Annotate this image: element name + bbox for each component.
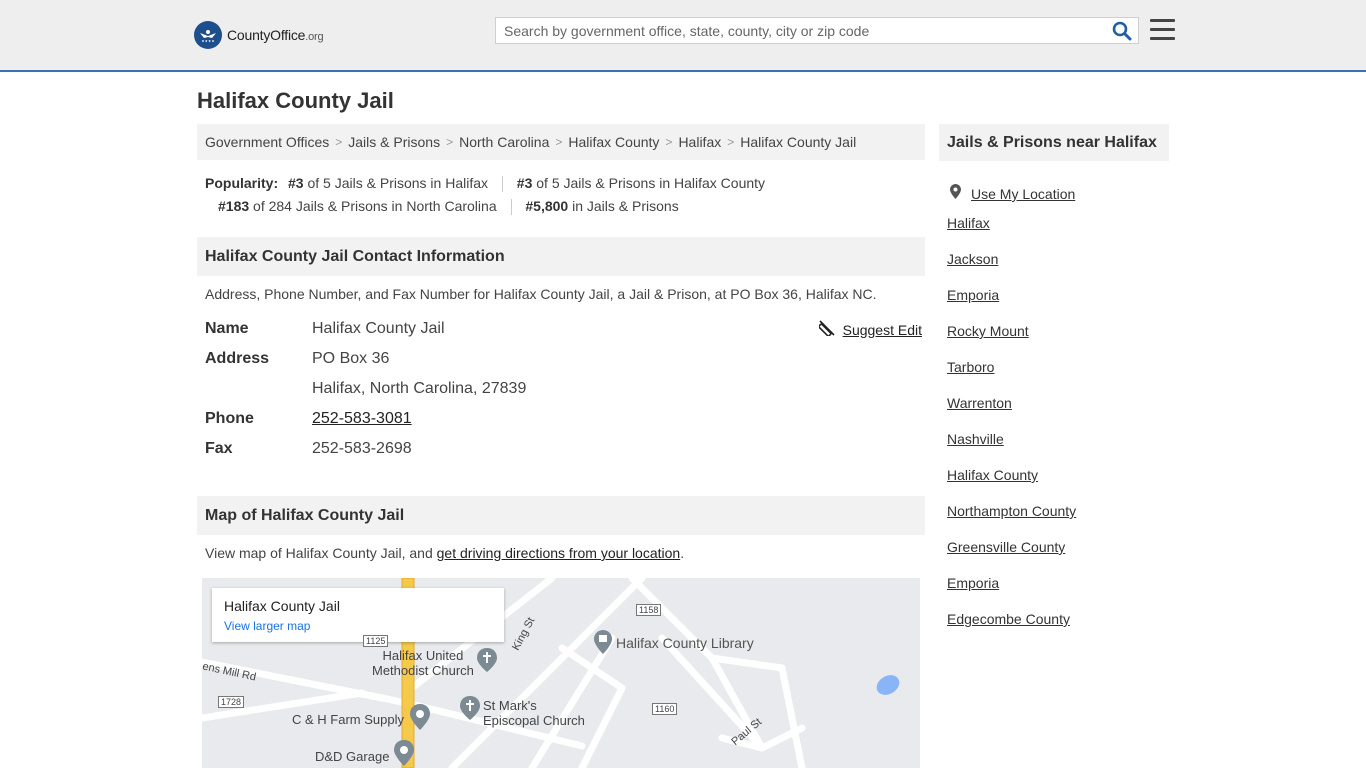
fax-label: Fax (205, 440, 233, 457)
chevron-right-icon: > (335, 135, 343, 149)
suggest-edit[interactable]: Suggest Edit (817, 320, 922, 339)
chevron-right-icon: > (446, 135, 454, 149)
map-label-library: Halifax County Library (616, 635, 754, 651)
use-my-location-link[interactable]: Use My Location (971, 183, 1075, 205)
sidebar-link-emporia-2[interactable]: Emporia (947, 575, 999, 591)
map-label-garage: D&D Garage (315, 749, 390, 764)
sidebar-item: Warrenton (947, 392, 1076, 428)
map-pin-icon (950, 183, 961, 205)
sidebar-list: Use My Location Halifax Jackson Emporia … (947, 176, 1076, 644)
suggest-edit-link[interactable]: Suggest Edit (843, 322, 922, 338)
map-label-route-1125: 1125 (363, 635, 389, 647)
sidebar-link-northampton-county[interactable]: Northampton County (947, 503, 1076, 519)
map-heading: Map of Halifax County Jail (197, 496, 925, 535)
name-row: Name Halifax County Jail (205, 314, 925, 344)
popularity-label: Popularity: (205, 175, 279, 191)
phone-label: Phone (205, 410, 254, 427)
shop-pin-icon[interactable] (410, 704, 430, 735)
hamburger-menu-icon[interactable] (1150, 19, 1175, 41)
search-icon[interactable] (1112, 21, 1132, 41)
map-description: View map of Halifax County Jail, and get… (205, 545, 685, 561)
contact-table: Suggest Edit Name Halifax County Jail Ad… (205, 314, 925, 464)
breadcrumb-current: Halifax County Jail (740, 134, 857, 150)
breadcrumb-north-carolina[interactable]: North Carolina (459, 134, 549, 150)
phone-row: Phone 252-583-3081 (205, 404, 925, 434)
breadcrumb-government-offices[interactable]: Government Offices (205, 134, 329, 150)
breadcrumb: Government Offices > Jails & Prisons > N… (197, 124, 925, 160)
sidebar-link-warrenton[interactable]: Warrenton (947, 395, 1012, 411)
fax-row: Fax 252-583-2698 (205, 434, 925, 464)
sidebar-link-greensville-county[interactable]: Greensville County (947, 539, 1065, 555)
fax-value: 252-583-2698 (312, 440, 412, 457)
sidebar-link-edgecombe-county[interactable]: Edgecombe County (947, 611, 1070, 627)
church-pin-icon[interactable] (460, 696, 480, 725)
popularity-item: #3 of 5 Jails & Prisons in Halifax (288, 175, 489, 191)
sidebar-item: Emporia (947, 572, 1076, 608)
contact-description: Address, Phone Number, and Fax Number fo… (205, 286, 877, 302)
breadcrumb-halifax[interactable]: Halifax (678, 134, 721, 150)
sidebar-item: Halifax (947, 212, 1076, 248)
address-row: Address PO Box 36 (205, 344, 925, 374)
name-label: Name (205, 320, 249, 337)
address-row-2: Halifax, North Carolina, 27839 (205, 374, 925, 404)
church-pin-icon[interactable] (477, 648, 497, 677)
site-header: CountyOffice.org (0, 0, 1366, 72)
page-title: Halifax County Jail (197, 88, 394, 113)
search-input[interactable] (496, 18, 1112, 43)
search-box (495, 17, 1139, 44)
map-label-methodist: Halifax United Methodist Church (372, 648, 474, 678)
sidebar-link-jackson[interactable]: Jackson (947, 251, 998, 267)
sidebar-item: Rocky Mount (947, 320, 1076, 356)
popularity-item: #5,800 in Jails & Prisons (525, 198, 679, 214)
sidebar-item: Tarboro (947, 356, 1076, 392)
map-label-route-1160: 1160 (652, 703, 678, 715)
logo-text: CountyOffice.org (227, 27, 324, 43)
popularity-item: #3 of 5 Jails & Prisons in Halifax Count… (516, 175, 766, 191)
breadcrumb-jails-prisons[interactable]: Jails & Prisons (348, 134, 440, 150)
sidebar-heading: Jails & Prisons near Halifax (939, 124, 1169, 161)
breadcrumb-halifax-county[interactable]: Halifax County (568, 134, 659, 150)
sidebar-link-emporia[interactable]: Emporia (947, 287, 999, 303)
sidebar-item: Halifax County (947, 464, 1076, 500)
sidebar-item: Greensville County (947, 536, 1076, 572)
name-value: Halifax County Jail (312, 320, 445, 337)
sidebar-link-halifax-county[interactable]: Halifax County (947, 467, 1038, 483)
map-label-stmarks: St Mark's Episcopal Church (483, 698, 585, 728)
address-label: Address (205, 350, 270, 367)
map-card-title: Halifax County Jail (224, 598, 340, 614)
use-my-location[interactable]: Use My Location (947, 176, 1076, 212)
shop-pin-icon[interactable] (394, 740, 414, 768)
eagle-icon (194, 21, 222, 49)
place-pin-icon[interactable] (594, 630, 612, 659)
sidebar-link-tarboro[interactable]: Tarboro (947, 359, 994, 375)
phone-link[interactable]: 252-583-3081 (312, 410, 412, 428)
address-line2: Halifax, North Carolina, 27839 (312, 380, 527, 397)
sidebar-item: Jackson (947, 248, 1076, 284)
site-logo[interactable]: CountyOffice.org (194, 20, 324, 50)
sidebar-item: Northampton County (947, 500, 1076, 536)
view-larger-map-link[interactable]: View larger map (224, 619, 310, 633)
driving-directions-link[interactable]: get driving directions from your locatio… (437, 545, 681, 561)
map-label-route-1158: 1158 (636, 604, 662, 616)
chevron-right-icon: > (555, 135, 563, 149)
chevron-right-icon: > (665, 135, 673, 149)
address-line1: PO Box 36 (312, 350, 390, 367)
sidebar-link-nashville[interactable]: Nashville (947, 431, 1004, 447)
map-info-card: Halifax County Jail View larger map (212, 588, 504, 642)
map-label-farm-supply: C & H Farm Supply (292, 712, 404, 727)
sidebar-item: Emporia (947, 284, 1076, 320)
sidebar-item: Nashville (947, 428, 1076, 464)
contact-heading: Halifax County Jail Contact Information (197, 237, 925, 276)
edit-icon (817, 320, 835, 339)
map-label-route-1728: 1728 (218, 696, 245, 708)
water-body (876, 675, 900, 695)
sidebar-link-halifax[interactable]: Halifax (947, 215, 990, 231)
sidebar-item: Edgecombe County (947, 608, 1076, 644)
sidebar-link-rocky-mount[interactable]: Rocky Mount (947, 323, 1029, 339)
chevron-right-icon: > (727, 135, 735, 149)
map-embed[interactable]: Halifax County Jail View larger map Hali… (202, 578, 920, 768)
popularity: Popularity: #3 of 5 Jails & Prisons in H… (205, 172, 925, 218)
popularity-item: #183 of 284 Jails & Prisons in North Car… (218, 198, 497, 214)
